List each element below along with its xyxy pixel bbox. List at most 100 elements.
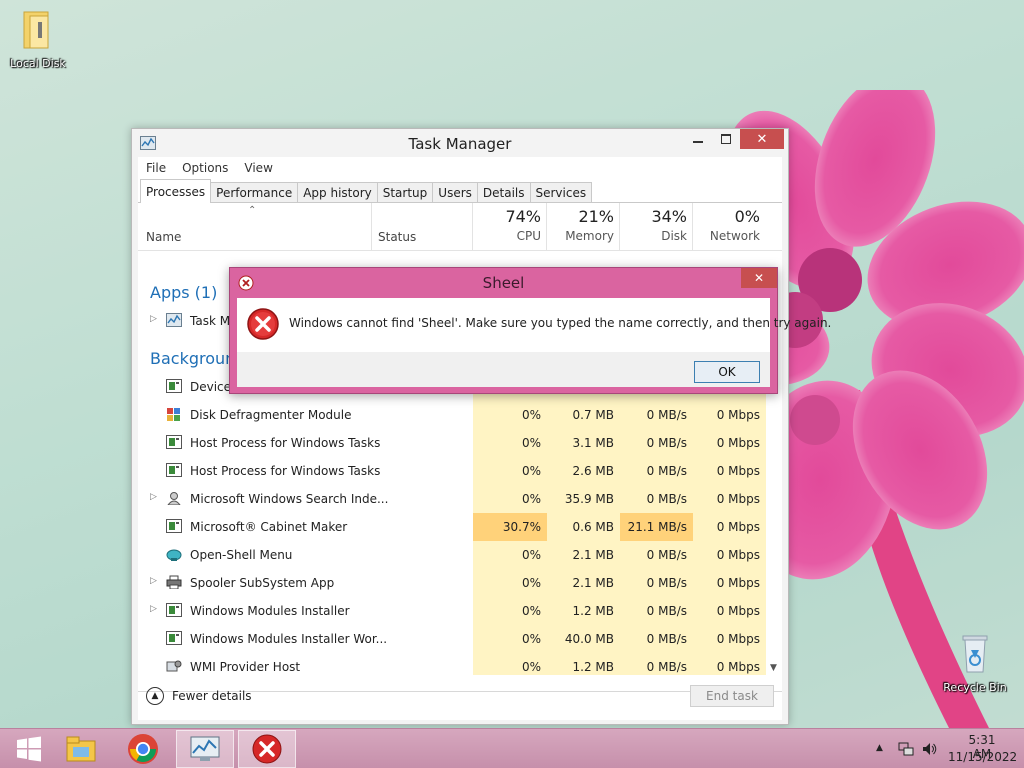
cpu-value: 0% [473,597,547,625]
ok-button[interactable]: OK [694,361,760,383]
process-row[interactable]: WMI Provider Host 0% 1.2 MB 0 MB/s 0 Mbps [138,653,766,675]
chevron-up-icon: ▲ [146,687,164,705]
tab-startup[interactable]: Startup [376,182,434,202]
memory-value: 2.1 MB [547,541,620,569]
process-name: Microsoft Windows Search Inde... [190,492,389,506]
service-icon [166,631,182,645]
process-row[interactable]: ▷ Microsoft Windows Search Inde... 0% 35.9 … [138,485,766,513]
network-value: 0 Mbps [693,541,766,569]
menu-file[interactable]: File [146,161,166,175]
expand-icon[interactable]: ▷ [150,604,157,614]
task-manager-window: Task Manager ✕ File Options View Process… [131,128,789,725]
network-value: 0 Mbps [693,429,766,457]
process-name: Open-Shell Menu [190,548,293,562]
tab-app-history[interactable]: App history [297,182,378,202]
process-name: Disk Defragmenter Module [190,408,352,422]
desktop-icon-local-disk[interactable]: Local Disk [2,8,74,70]
disk-value: 0 MB/s [620,401,693,429]
defrag-icon [167,408,180,421]
error-dialog: Sheel ✕ Windows cannot find 'Sheel'. Mak… [229,267,831,394]
minimize-button[interactable] [684,129,712,149]
close-button[interactable]: ✕ [740,129,784,149]
tab-performance[interactable]: Performance [210,182,299,202]
process-name: Windows Modules Installer Wor... [190,632,388,646]
network-value: 0 Mbps [693,569,766,597]
process-name: Device [190,380,232,394]
fewer-details-button[interactable]: ▲ Fewer details [146,687,252,705]
expand-icon[interactable]: ▷ [150,492,157,502]
network-percent: 0% [734,207,760,226]
shell-icon [166,549,182,561]
process-row[interactable]: Host Process for Windows Tasks 0% 2.6 MB 0 … [138,457,766,485]
process-row[interactable]: Microsoft® Cabinet Maker 30.7% 0.6 MB 21.1 … [138,513,766,541]
column-network[interactable]: 0% Network [693,207,760,243]
column-headers: ⌃ Name Status 74% CPU 21% Memory 34% Dis… [138,203,782,251]
expand-icon[interactable]: ▷ [150,314,157,324]
network-icon[interactable] [898,741,914,757]
menu-options[interactable]: Options [182,161,228,175]
maximize-button[interactable] [712,129,740,149]
title-bar[interactable]: Task Manager ✕ [132,129,788,157]
disk-value: 0 MB/s [620,541,693,569]
volume-icon[interactable] [922,741,938,757]
search-user-icon [167,492,181,505]
end-task-button[interactable]: End task [690,685,774,707]
start-button[interactable] [0,730,58,768]
column-status[interactable]: Status [378,230,416,244]
folder-icon [23,11,49,49]
clock-date[interactable]: 11/15/2022 [948,750,1017,764]
process-row[interactable]: Open-Shell Menu 0% 2.1 MB 0 MB/s 0 Mbps [138,541,766,569]
tab-services[interactable]: Services [529,182,593,202]
cpu-value: 0% [473,653,547,675]
menu-view[interactable]: View [244,161,272,175]
tab-processes[interactable]: Processes [140,179,212,203]
task-manager-content: File Options View Processes Performance … [138,157,782,720]
cpu-value: 0% [473,569,547,597]
dialog-message-area: Windows cannot find 'Sheel'. Make sure y… [237,298,831,352]
process-row[interactable]: Host Process for Windows Tasks 0% 3.1 MB 0 … [138,429,766,457]
cpu-label: CPU [516,229,541,243]
column-cpu[interactable]: 74% CPU [473,207,541,243]
scroll-down-icon[interactable]: ▼ [770,663,777,673]
chrome-icon [128,734,158,764]
disk-value: 0 MB/s [620,485,693,513]
process-name: Windows Modules Installer [190,604,350,618]
network-label: Network [709,229,760,243]
task-manager-icon [190,736,220,761]
tab-details[interactable]: Details [476,182,531,202]
group-apps: Apps (1) [150,283,218,302]
tab-users[interactable]: Users [432,182,478,202]
taskbar-chrome[interactable] [114,730,172,768]
process-row[interactable]: ▷ Spooler SubSystem App 0% 2.1 MB 0 MB/s 0 Mb… [138,569,766,597]
expand-icon[interactable]: ▷ [150,576,157,586]
cpu-value: 0% [473,401,547,429]
maximize-icon [721,134,731,144]
desktop-icon-recycle-bin[interactable]: Recycle Bin [939,630,1011,694]
service-icon [166,379,182,393]
network-value: 0 Mbps [693,625,766,653]
desktop-icon-label: Local Disk [10,57,66,70]
dialog-close-button[interactable]: ✕ [741,268,777,288]
disk-label: Disk [661,229,687,243]
memory-value: 35.9 MB [547,485,620,513]
taskbar-task-manager[interactable] [176,730,234,768]
close-icon: ✕ [753,271,765,285]
column-name[interactable]: Name [146,230,181,244]
taskbar-error-dialog[interactable] [238,730,296,768]
disk-value: 0 MB/s [620,569,693,597]
process-row[interactable]: ▷ Windows Modules Installer 0% 1.2 MB 0 MB/s… [138,597,766,625]
taskbar-file-explorer[interactable] [52,730,110,768]
disk-value: 0 MB/s [620,457,693,485]
column-disk[interactable]: 34% Disk [620,207,687,243]
process-name: Spooler SubSystem App [190,576,335,590]
printer-icon [166,575,182,589]
process-row[interactable]: Windows Modules Installer Wor... 0% 40.0 M… [138,625,766,653]
process-row[interactable]: Disk Defragmenter Module 0% 0.7 MB 0 MB/s 0 … [138,401,766,429]
memory-value: 0.6 MB [547,513,620,541]
service-icon [166,603,182,617]
close-icon: ✕ [756,131,768,147]
sort-ascending-icon: ⌃ [248,205,257,216]
column-memory[interactable]: 21% Memory [547,207,614,243]
memory-value: 3.1 MB [547,429,620,457]
show-hidden-icons-icon[interactable]: ▲ [876,743,883,753]
